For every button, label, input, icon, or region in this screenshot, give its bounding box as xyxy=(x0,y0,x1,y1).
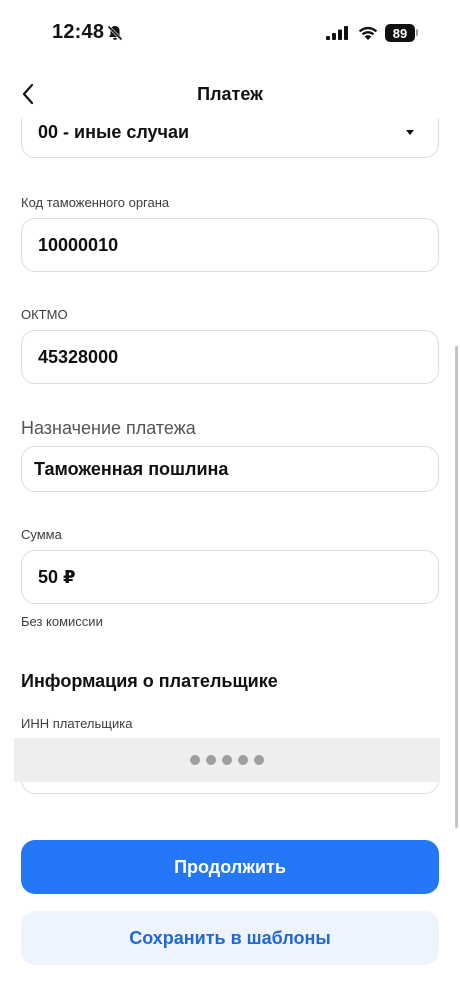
battery-icon: 89 xyxy=(385,24,415,42)
customs-code-value: 10000010 xyxy=(38,235,119,255)
inn-masked-value xyxy=(14,738,440,782)
amount-value: 50 ₽ xyxy=(38,567,76,587)
scrollbar[interactable] xyxy=(455,346,458,828)
battery-tip xyxy=(416,29,418,36)
page-title: Платеж xyxy=(197,84,263,104)
caret-down-icon xyxy=(406,130,414,135)
signal-icon xyxy=(326,26,350,45)
basis-select[interactable]: 00 - иные случаи xyxy=(21,118,439,158)
amount-label: Сумма xyxy=(21,527,62,542)
status-time: 12:48 xyxy=(52,21,105,43)
form-content: 00 - иные случаи Код таможенного органа … xyxy=(0,118,460,818)
customs-code-field[interactable]: 10000010 xyxy=(21,218,439,272)
payer-section-title: Информация о плательщике xyxy=(21,671,278,691)
mask-dot xyxy=(254,755,264,765)
continue-button[interactable]: Продолжить xyxy=(21,840,439,894)
status-bar: 12:48 89 xyxy=(0,0,460,62)
oktmo-value: 45328000 xyxy=(38,347,119,367)
bell-slash-icon xyxy=(106,24,124,47)
amount-field[interactable]: 50 ₽ xyxy=(21,550,439,604)
wifi-icon xyxy=(357,24,379,46)
customs-code-label: Код таможенного органа xyxy=(21,195,170,210)
mask-dot xyxy=(238,755,248,765)
oktmo-field[interactable]: 45328000 xyxy=(21,330,439,384)
mask-dot xyxy=(190,755,200,765)
nav-bar: Платеж xyxy=(0,70,460,118)
purpose-field[interactable]: Таможенная пошлина xyxy=(21,446,439,492)
save-template-button[interactable]: Сохранить в шаблоны xyxy=(21,911,439,965)
purpose-value: Таможенная пошлина xyxy=(34,459,229,479)
mask-dot xyxy=(222,755,232,765)
basis-select-value: 00 - иные случаи xyxy=(38,122,190,142)
inn-label: ИНН плательщика xyxy=(21,716,133,731)
oktmo-label: ОКТМО xyxy=(21,307,68,322)
mask-dot xyxy=(206,755,216,765)
commission-hint: Без комиссии xyxy=(21,614,103,629)
purpose-label: Назначение платежа xyxy=(21,418,196,438)
